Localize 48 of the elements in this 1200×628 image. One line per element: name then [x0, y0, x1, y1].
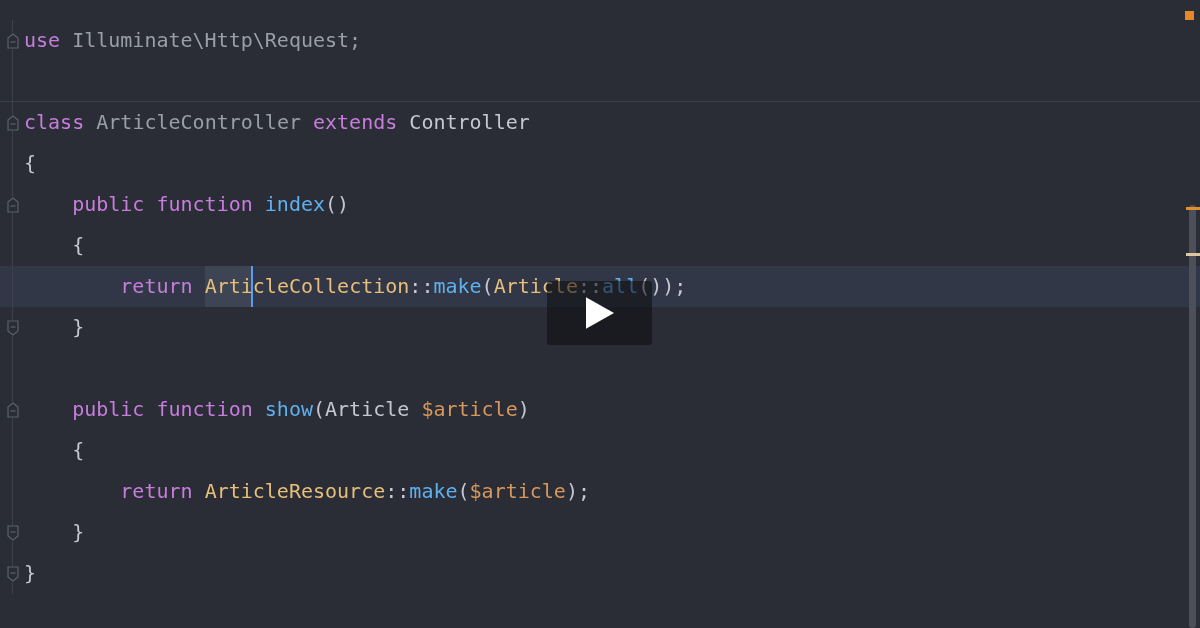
code-token: ( — [457, 478, 470, 505]
scrollbar[interactable] — [1189, 205, 1196, 628]
code-token: $article — [421, 396, 518, 423]
code-token: (Article — [313, 396, 411, 423]
code-token: cleCollection — [252, 273, 410, 300]
code-token: ()); — [638, 273, 687, 300]
code-token: extends — [313, 109, 398, 136]
fold-icon[interactable] — [6, 319, 19, 336]
code-token: ); — [565, 478, 590, 505]
code-token: } — [71, 519, 85, 546]
code-token: Article — [493, 273, 578, 300]
fold-icon[interactable] — [6, 114, 19, 131]
code-token: class — [24, 109, 85, 136]
code-token: { — [24, 150, 37, 177]
code-token: public function — [71, 191, 254, 218]
code-token: :: — [577, 273, 603, 300]
fold-icon[interactable] — [6, 524, 19, 541]
code-token: () — [325, 191, 350, 218]
play-icon — [585, 297, 614, 329]
code-token: public function — [71, 396, 254, 423]
code-token: all — [602, 273, 639, 300]
code-token: show — [264, 396, 313, 423]
code-token: ArticleResource — [204, 478, 386, 505]
fold-icon[interactable] — [6, 196, 19, 213]
error-marker[interactable] — [1186, 207, 1200, 210]
code-token: { — [71, 232, 85, 259]
fold-icon[interactable] — [6, 32, 19, 49]
code-token: } — [24, 560, 37, 587]
code-token: make — [433, 273, 482, 300]
fold-icon[interactable] — [6, 565, 19, 582]
code-token: $article — [469, 478, 566, 505]
code-token: index — [264, 191, 326, 218]
code-token: :: — [385, 478, 410, 505]
code-token: :: — [409, 273, 434, 300]
code-token: Controller — [408, 109, 530, 136]
code-token: ) — [517, 396, 530, 423]
status-indicator — [1185, 11, 1194, 20]
warning-marker[interactable] — [1186, 253, 1200, 256]
code-token: } — [71, 314, 85, 341]
fold-icon[interactable] — [6, 401, 19, 418]
code-token: ( — [481, 273, 494, 300]
code-token: return — [119, 478, 194, 505]
code-token: ArticleController — [95, 109, 302, 136]
code-token: Illuminate\Http\Request; — [71, 27, 362, 54]
code-token: return — [119, 273, 194, 300]
code-token: make — [409, 478, 458, 505]
code-token: use — [24, 27, 61, 54]
code-token: { — [71, 437, 85, 464]
